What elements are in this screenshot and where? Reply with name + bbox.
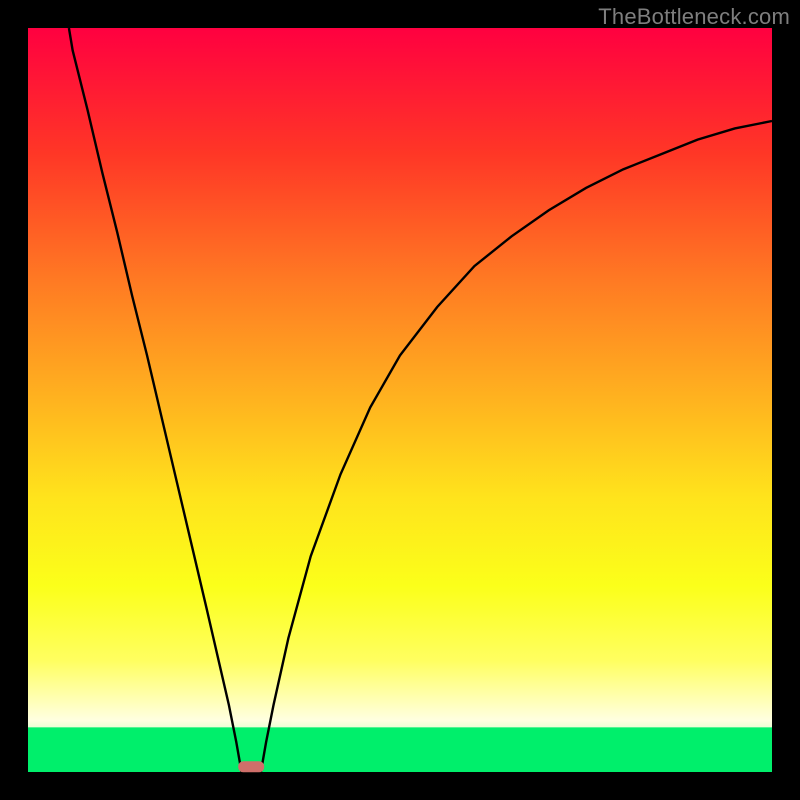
bottleneck-chart <box>0 0 800 800</box>
chart-frame: TheBottleneck.com <box>0 0 800 800</box>
optimal-green-band <box>28 727 772 772</box>
gradient-plot-area <box>28 28 772 772</box>
optimal-marker <box>238 761 264 772</box>
watermark-text: TheBottleneck.com <box>598 4 790 30</box>
